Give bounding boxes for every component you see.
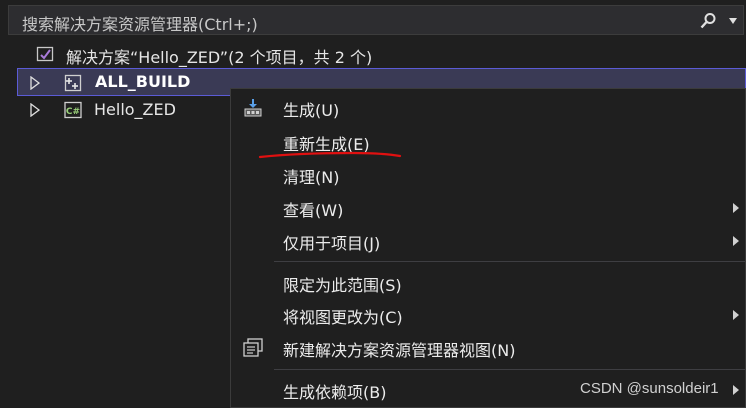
submenu-arrow-icon [733,236,739,246]
submenu-arrow-icon [733,310,739,320]
expand-arrow-icon[interactable] [30,103,40,117]
menu-item-clean[interactable]: 清理(N) [231,159,745,192]
menu-item-scope-to-this[interactable]: 限定为此范围(S) [231,267,745,300]
solution-label: 解决方案“Hello_ZED”(2 个项目，共 2 个) [66,48,373,67]
project-label: ALL_BUILD [95,72,191,91]
submenu-arrow-icon [733,385,739,395]
menu-item-label: 限定为此范围(S) [283,276,402,295]
menu-item-change-view-to[interactable]: 将视图更改为(C) [231,299,745,332]
build-icon [244,99,262,117]
solution-icon [36,46,54,62]
menu-item-view[interactable]: 查看(W) [231,192,745,225]
menu-item-label: 将视图更改为(C) [283,308,403,327]
expand-arrow-icon[interactable] [30,76,40,90]
csharp-project-icon: C# [64,101,82,119]
menu-item-label: 仅用于项目(J) [283,234,381,253]
menu-item-label: 清理(N) [283,168,340,187]
menu-separator [274,261,745,262]
menu-item-label: 生成依赖项(B) [283,383,387,402]
menu-item-new-explorer-view[interactable]: 新建解决方案资源管理器视图(N) [231,332,745,365]
chevron-down-icon[interactable] [729,18,737,24]
menu-item-build[interactable]: 生成(U) [231,92,745,125]
search-bar[interactable]: 搜索解决方案资源管理器(Ctrl+;) [8,5,744,35]
menu-item-label: 查看(W) [283,201,344,220]
new-explorer-view-icon [243,338,263,357]
cmake-project-icon [64,74,82,92]
solution-row[interactable]: 解决方案“Hello_ZED”(2 个项目，共 2 个) [17,40,746,68]
svg-text:C#: C# [66,107,80,117]
watermark-text: CSDN @sunsoldeir1 [580,380,719,397]
menu-separator [274,369,745,370]
menu-item-label: 生成(U) [283,101,340,120]
menu-item-project-only[interactable]: 仅用于项目(J) [231,225,745,258]
context-menu: 生成(U) 重新生成(E) 清理(N) 查看(W) 仅用于项目(J) 限定为此范… [230,88,746,408]
search-icon[interactable] [699,12,717,30]
project-label: Hello_ZED [94,100,176,119]
menu-item-label: 新建解决方案资源管理器视图(N) [283,341,516,360]
submenu-arrow-icon [733,203,739,213]
search-input[interactable]: 搜索解决方案资源管理器(Ctrl+;) [22,11,258,35]
red-underline-annotation [258,151,402,159]
